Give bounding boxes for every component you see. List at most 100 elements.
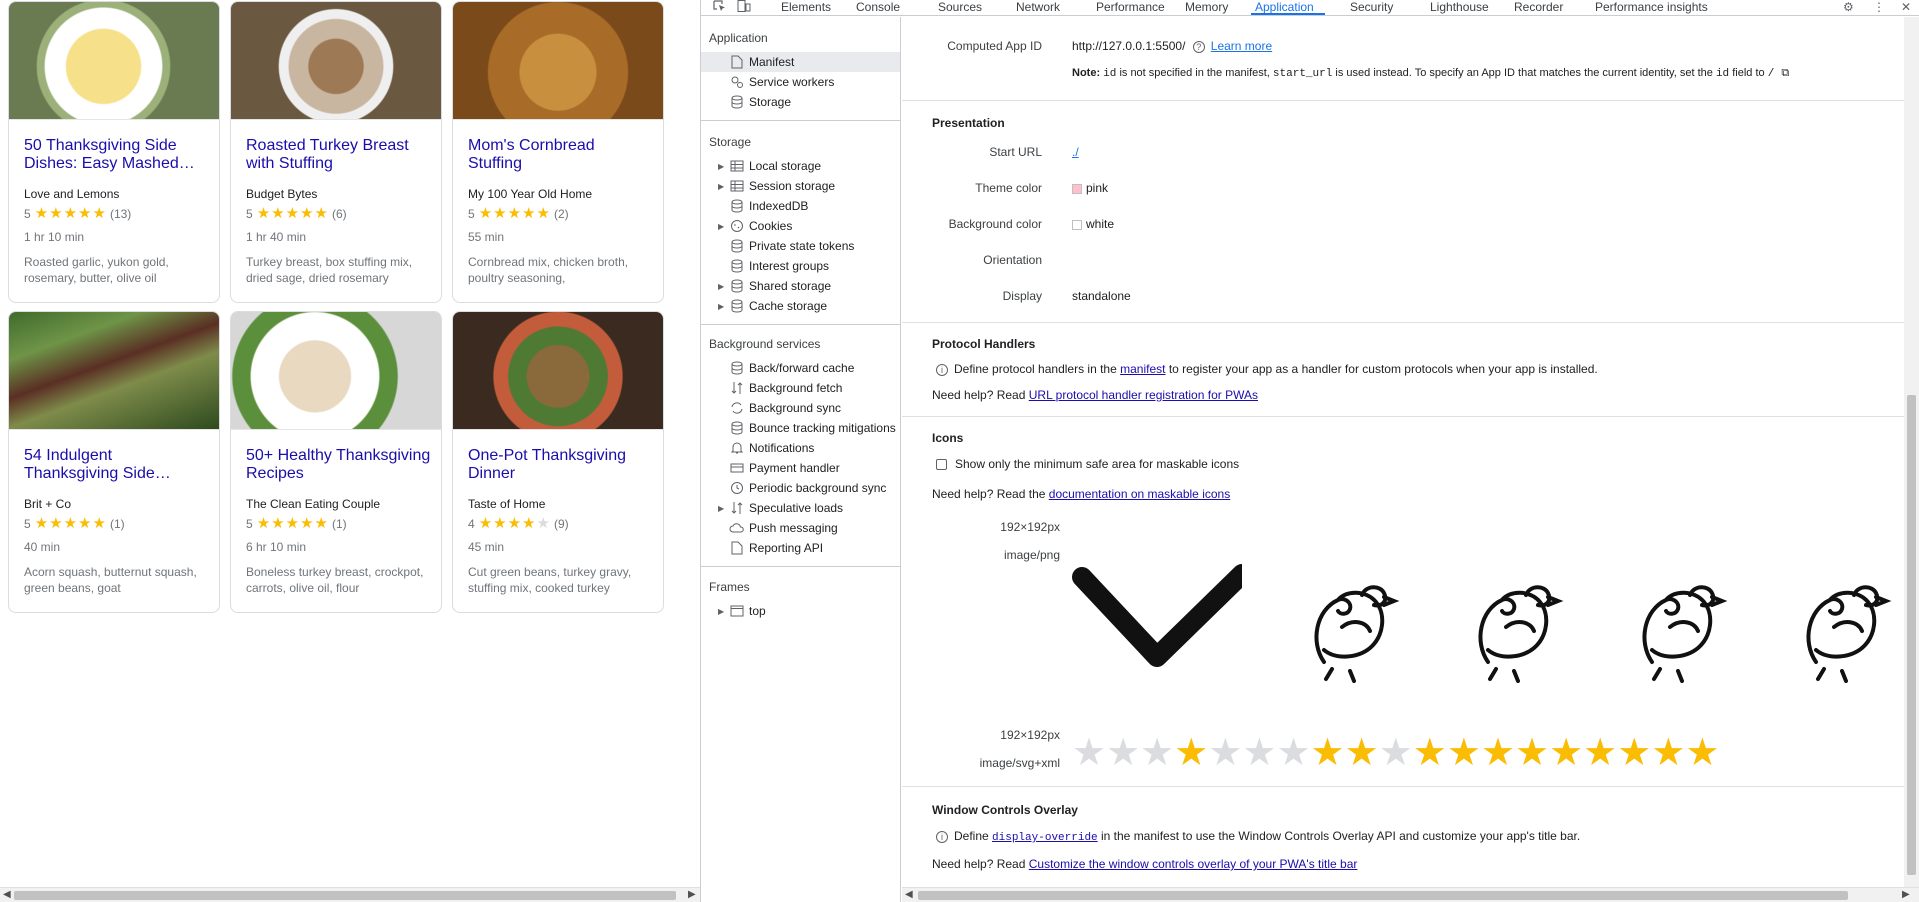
sidebar-item-bounce-tracking-mitigations[interactable]: Bounce tracking mitigations — [701, 418, 900, 438]
rating-count: (6) — [331, 207, 347, 221]
settings-gear-icon[interactable]: ⚙ — [1843, 0, 1854, 14]
sidebar-item-reporting-api[interactable]: Reporting API — [701, 538, 900, 558]
recipe-image[interactable] — [453, 2, 663, 120]
file-icon — [729, 54, 745, 70]
protocol-help-link[interactable]: URL protocol handler registration for PW… — [1029, 388, 1258, 402]
recipe-image[interactable] — [9, 312, 219, 430]
sidebar-item-periodic-background-sync[interactable]: Periodic background sync — [701, 478, 900, 498]
tab-performance[interactable]: Performance — [1096, 0, 1165, 14]
tab-sources[interactable]: Sources — [938, 0, 982, 14]
tab-lighthouse[interactable]: Lighthouse — [1430, 0, 1489, 14]
tab-console[interactable]: Console — [856, 0, 900, 14]
recipe-image[interactable] — [453, 312, 663, 430]
sidebar-item-notifications[interactable]: Notifications — [701, 438, 900, 458]
background-services-header[interactable]: Background services — [709, 337, 820, 351]
expand-triangle-icon[interactable]: ▶ — [718, 282, 724, 291]
recipe-title-link[interactable]: 50+ Healthy Thanksgiving Recipes — [246, 447, 431, 483]
wco-help-link[interactable]: Customize the window controls overlay of… — [1029, 857, 1358, 871]
recipe-title-link[interactable]: 54 Indulgent Thanksgiving Side… — [24, 447, 209, 483]
manifest-vertical-scrollbar[interactable] — [1904, 17, 1919, 887]
expand-triangle-icon[interactable]: ▶ — [718, 182, 724, 191]
sidebar-item-local-storage[interactable]: ▶ Local storage — [701, 156, 900, 176]
sidebar-item-cache-storage[interactable]: ▶ Cache storage — [701, 296, 900, 316]
protocol-handlers-title: Protocol Handlers — [932, 337, 1036, 351]
close-devtools-icon[interactable]: ✕ — [1901, 0, 1911, 14]
icons-help-link[interactable]: documentation on maskable icons — [1049, 487, 1230, 501]
sidebar-item-background-sync[interactable]: Background sync — [701, 398, 900, 418]
sidebar-item-service-workers[interactable]: Service workers — [701, 72, 900, 92]
recipe-card[interactable]: Mom's Cornbread Stuffing My 100 Year Old … — [452, 1, 664, 303]
scroll-left-arrow-icon[interactable]: ◀ — [3, 889, 11, 900]
tab-elements[interactable]: Elements — [781, 0, 831, 14]
recipe-image[interactable] — [231, 2, 441, 120]
scrollbar-thumb[interactable] — [1907, 395, 1916, 875]
sidebar-item-manifest[interactable]: Manifest — [701, 52, 900, 72]
theme-color-text: pink — [1086, 181, 1109, 195]
star-icon: ★ — [1549, 734, 1584, 772]
recipe-title-link[interactable]: Roasted Turkey Breast with Stuffing — [246, 137, 431, 173]
start-url-link[interactable]: ./ — [1072, 145, 1079, 159]
tab-security[interactable]: Security — [1350, 0, 1393, 14]
device-toolbar-icon[interactable] — [737, 0, 751, 15]
recipe-card[interactable]: 50+ Healthy Thanksgiving Recipes The Clea… — [230, 311, 442, 613]
scroll-right-arrow-icon[interactable]: ▶ — [1902, 889, 1910, 900]
sidebar-item-indexeddb[interactable]: IndexedDB — [701, 196, 900, 216]
copy-icon[interactable]: ⧉ — [1781, 67, 1789, 79]
scroll-right-arrow-icon[interactable]: ▶ — [688, 889, 696, 900]
expand-triangle-icon[interactable]: ▶ — [718, 222, 724, 231]
learn-more-link[interactable]: Learn more — [1211, 39, 1272, 53]
recipe-card[interactable]: One-Pot Thanksgiving Dinner Taste of Home… — [452, 311, 664, 613]
expand-triangle-icon[interactable]: ▶ — [718, 162, 724, 171]
star-icon: ★ — [49, 515, 63, 532]
recipe-title-link[interactable]: Mom's Cornbread Stuffing — [468, 137, 653, 173]
scrollbar-thumb[interactable] — [14, 891, 676, 900]
tab-performance-insights[interactable]: Performance insights — [1595, 0, 1708, 14]
recipe-card[interactable]: Roasted Turkey Breast with Stuffing Budge… — [230, 1, 442, 303]
sidebar-item-payment-handler[interactable]: Payment handler — [701, 458, 900, 478]
sidebar-item-cookies[interactable]: ▶ Cookies — [701, 216, 900, 236]
star-icon: ★ — [285, 205, 300, 222]
expand-triangle-icon[interactable]: ▶ — [718, 302, 724, 311]
maskable-checkbox[interactable] — [936, 458, 947, 470]
recipe-image[interactable] — [231, 312, 441, 430]
sidebar-item-private-state-tokens[interactable]: Private state tokens — [701, 236, 900, 256]
help-circle-icon[interactable]: ? — [1192, 40, 1205, 53]
inspect-element-icon[interactable] — [713, 0, 726, 15]
frames-section-header[interactable]: Frames — [709, 580, 750, 594]
page-horizontal-scrollbar[interactable]: ◀ ▶ — [0, 887, 700, 902]
tab-network[interactable]: Network — [1016, 0, 1060, 14]
recipe-source: Brit + Co — [24, 497, 72, 511]
star-icon: ★ — [1072, 734, 1107, 772]
tab-recorder[interactable]: Recorder — [1514, 0, 1563, 14]
sidebar-item-interest-groups[interactable]: Interest groups — [701, 256, 900, 276]
protocol-manifest-link[interactable]: manifest — [1120, 362, 1165, 376]
expand-triangle-icon[interactable]: ▶ — [718, 504, 724, 513]
recipe-card[interactable]: 54 Indulgent Thanksgiving Side… Brit + Co… — [8, 311, 220, 613]
storage-section-header[interactable]: Storage — [709, 135, 751, 149]
manifest-horizontal-scrollbar[interactable]: ◀ ▶ — [902, 887, 1919, 902]
sidebar-item-speculative-loads[interactable]: ▶ Speculative loads — [701, 498, 900, 518]
application-section-header[interactable]: Application — [709, 31, 768, 45]
scrollbar-thumb[interactable] — [918, 891, 1848, 900]
scroll-left-arrow-icon[interactable]: ◀ — [905, 889, 913, 900]
sidebar-item-storage[interactable]: Storage — [701, 92, 900, 112]
tab-application[interactable]: Application — [1255, 0, 1314, 14]
sidebar-item-back-forward-cache[interactable]: Back/forward cache — [701, 358, 900, 378]
sidebar-item-session-storage[interactable]: ▶ Session storage — [701, 176, 900, 196]
background-color-text: white — [1086, 217, 1115, 231]
recipe-title-link[interactable]: One-Pot Thanksgiving Dinner — [468, 447, 653, 483]
icon2-type: image/svg+xml — [979, 756, 1060, 770]
expand-triangle-icon[interactable]: ▶ — [718, 607, 724, 616]
more-options-icon[interactable]: ⋮ — [1873, 0, 1885, 14]
sidebar-item-top[interactable]: ▶ top — [701, 601, 900, 621]
sidebar-item-background-fetch[interactable]: Background fetch — [701, 378, 900, 398]
sidebar-item-push-messaging[interactable]: Push messaging — [701, 518, 900, 538]
recipe-title-link[interactable]: 50 Thanksgiving Side Dishes: Easy Mashed… — [24, 137, 209, 173]
sidebar-item-label: Local storage — [749, 159, 822, 173]
sidebar-item-shared-storage[interactable]: ▶ Shared storage — [701, 276, 900, 296]
display-override-link[interactable]: display-override — [992, 832, 1098, 844]
recipe-image[interactable] — [9, 2, 219, 120]
background-color-swatch — [1072, 219, 1082, 230]
recipe-card[interactable]: 50 Thanksgiving Side Dishes: Easy Mashed… — [8, 1, 220, 303]
tab-memory[interactable]: Memory — [1185, 0, 1228, 14]
